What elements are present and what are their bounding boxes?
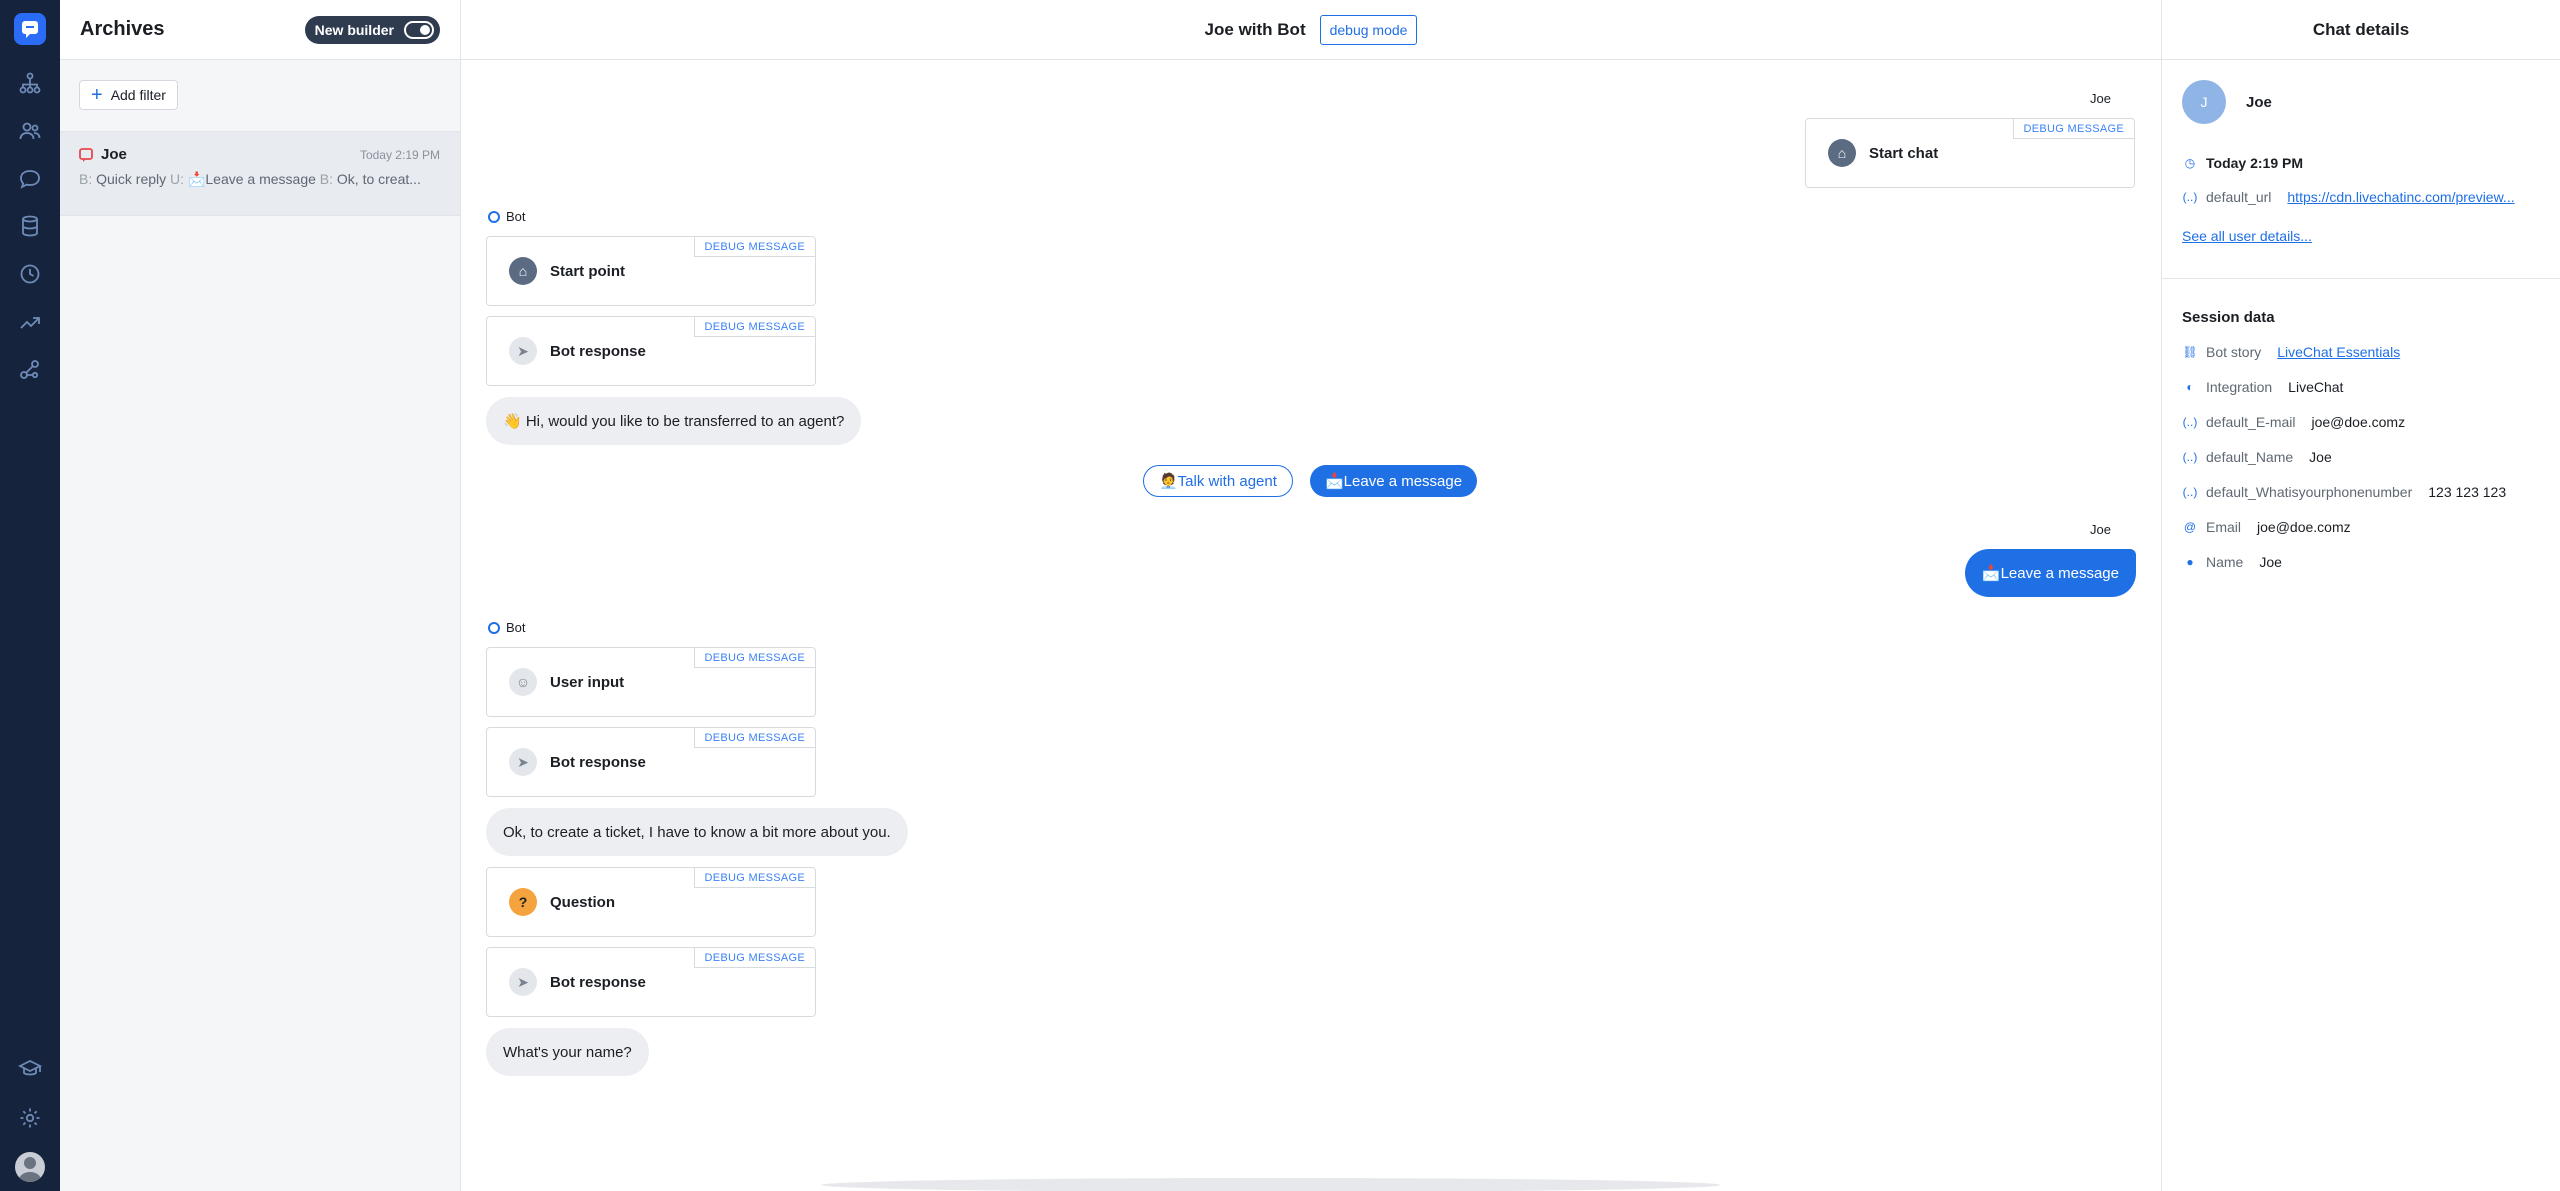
bot-message-bubble: Ok, to create a ticket, I have to know a…: [486, 808, 908, 856]
sender-bot: Bot: [488, 209, 526, 224]
bot-message-bubble: 👋 Hi, would you like to be transferred t…: [486, 397, 862, 445]
user-message-bubble: 📩Leave a message: [1964, 549, 2136, 597]
settings-icon[interactable]: [15, 1103, 45, 1133]
session-row-name: ● Name Joe: [2182, 554, 2282, 570]
bot-story-link[interactable]: LiveChat Essentials: [2277, 344, 2400, 360]
debug-tag: DEBUG MESSAGE: [2012, 119, 2134, 139]
chat-item-time: Today 2:19 PM: [359, 148, 440, 162]
debug-card-start-chat[interactable]: ⌂ Start chat DEBUG MESSAGE: [1805, 118, 2135, 188]
sender-bot: Bot: [488, 620, 526, 635]
send-icon: ➤: [509, 337, 537, 365]
debug-mode-button[interactable]: debug mode: [1319, 14, 1418, 45]
quick-reply-leave-message[interactable]: 📩Leave a message: [1310, 465, 1478, 497]
filter-bar: + Add filter: [60, 60, 460, 132]
user-input-icon: ☺: [509, 668, 537, 696]
integration-icon: ◐: [2186, 380, 2194, 394]
archives-title: Archives: [80, 18, 165, 40]
session-row-email-var: (..) default_E-mail joe@doe.comz: [2182, 414, 2406, 430]
session-row-integration: ◐ Integration LiveChat: [2182, 379, 2343, 395]
debug-card-user-input[interactable]: ☺ User input DEBUG MESSAGE: [486, 647, 816, 717]
debug-tag: DEBUG MESSAGE: [693, 948, 815, 968]
chat-item-name: Joe: [101, 146, 127, 163]
session-row-email: @ Email joe@doe.comz: [2183, 519, 2351, 535]
database-icon[interactable]: [15, 211, 45, 241]
send-icon: ➤: [509, 748, 537, 776]
chat-logo-icon[interactable]: [14, 13, 46, 45]
contacts-icon[interactable]: [15, 116, 45, 146]
archive-chat-item[interactable]: Joe Today 2:19 PM B: Quick reply U: 📩Lea…: [60, 132, 460, 216]
details-divider: [2162, 278, 2560, 279]
session-row-bot-story: ⛓ Bot story LiveChat Essentials: [2182, 344, 2401, 360]
debug-card-bot-response[interactable]: ➤ Bot response DEBUG MESSAGE: [486, 316, 816, 386]
debug-tag: DEBUG MESSAGE: [693, 728, 815, 748]
details-user: J Joe: [2182, 80, 2272, 124]
details-url-row: (..) default_url https://cdn.livechatinc…: [2182, 189, 2515, 205]
plus-icon: +: [91, 84, 103, 106]
variable-icon: (..): [2182, 485, 2198, 499]
reports-icon[interactable]: [15, 307, 45, 337]
session-row-name-var: (..) default_Name Joe: [2182, 449, 2332, 465]
debug-card-start-point[interactable]: ⌂ Start point DEBUG MESSAGE: [486, 236, 816, 306]
new-builder-label: New builder: [314, 21, 394, 38]
chat-item-preview: B: Quick reply U: 📩Leave a message B: Ok…: [79, 171, 421, 187]
variable-icon: (..): [2182, 415, 2198, 429]
question-icon: ?: [509, 888, 537, 916]
sender-user: Joe: [2090, 522, 2111, 537]
livechat-icon: [79, 147, 93, 162]
bot-icon: [488, 210, 500, 223]
toggle-switch[interactable]: [404, 20, 434, 39]
person-icon: ●: [2186, 555, 2194, 569]
details-time-row: ◷ Today 2:19 PM: [2182, 155, 2303, 171]
debug-card-bot-response[interactable]: ➤ Bot response DEBUG MESSAGE: [486, 947, 816, 1017]
nav-rail: [0, 0, 60, 1191]
debug-tag: DEBUG MESSAGE: [693, 317, 815, 337]
debug-tag: DEBUG MESSAGE: [693, 868, 815, 888]
at-icon: @: [2183, 520, 2197, 534]
variable-icon: (..): [2182, 450, 2198, 464]
debug-tag: DEBUG MESSAGE: [693, 237, 815, 257]
send-icon: ➤: [509, 968, 537, 996]
details-title: Chat details: [2162, 0, 2560, 60]
default-url-link[interactable]: https://cdn.livechatinc.com/preview...: [2287, 189, 2514, 205]
variable-icon: (..): [2182, 190, 2198, 204]
archives-header: Archives New builder: [60, 0, 460, 60]
chat-transcript: Joe with Bot debug mode Joe ⌂ Start chat…: [461, 0, 2161, 1191]
quick-reply-talk-with-agent[interactable]: 🧑‍💼Talk with agent: [1143, 465, 1293, 497]
see-all-user-details-link[interactable]: See all user details...: [2182, 228, 2312, 244]
chat-details-panel: Chat details J Joe ◷ Today 2:19 PM (..) …: [2161, 0, 2560, 1191]
scroll-shadow: [821, 1178, 1721, 1191]
new-builder-toggle[interactable]: New builder: [304, 15, 440, 44]
avatar[interactable]: [15, 1152, 45, 1182]
add-filter-button[interactable]: + Add filter: [79, 80, 178, 110]
user-avatar: J: [2182, 80, 2226, 124]
history-icon[interactable]: [15, 259, 45, 289]
debug-card-question[interactable]: ? Question DEBUG MESSAGE: [486, 867, 816, 937]
session-data-title: Session data: [2182, 309, 2275, 326]
session-row-phone-var: (..) default_Whatisyourphonenumber 123 1…: [2182, 484, 2507, 500]
bot-structure-icon[interactable]: [15, 68, 45, 98]
integrations-icon[interactable]: [15, 355, 45, 385]
details-user-name: Joe: [2246, 93, 2272, 111]
add-filter-label: Add filter: [110, 87, 166, 103]
debug-card-bot-response[interactable]: ➤ Bot response DEBUG MESSAGE: [486, 727, 816, 797]
chats-icon[interactable]: [15, 164, 45, 194]
bot-story-icon: ⛓: [2182, 345, 2198, 359]
archives-panel: Archives New builder + Add filter Joe To…: [60, 0, 461, 1191]
chat-header: Joe with Bot debug mode: [461, 0, 2161, 60]
clock-icon: ◷: [2184, 156, 2196, 170]
bot-message-bubble: What's your name?: [486, 1028, 649, 1076]
home-icon: ⌂: [509, 257, 537, 285]
debug-tag: DEBUG MESSAGE: [693, 648, 815, 668]
sender-user: Joe: [2090, 91, 2111, 106]
chat-title: Joe with Bot: [1204, 19, 1306, 39]
academy-icon[interactable]: [15, 1054, 45, 1084]
bot-icon: [488, 621, 500, 634]
home-icon: ⌂: [1828, 139, 1856, 167]
